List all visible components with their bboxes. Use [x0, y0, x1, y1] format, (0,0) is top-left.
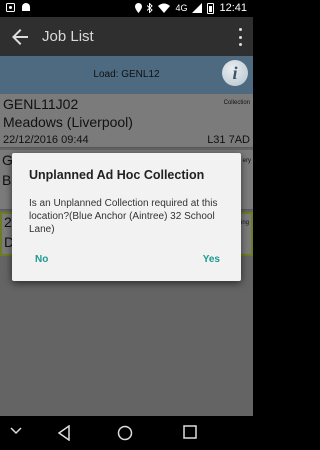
- nav-home-icon[interactable]: [117, 425, 133, 441]
- notification-icon: [6, 2, 15, 12]
- no-button[interactable]: No: [30, 252, 53, 267]
- chevron-down-icon[interactable]: [10, 426, 22, 436]
- job-postcode: L31 7AD: [207, 134, 250, 146]
- dialog-title: Unplanned Ad Hoc Collection: [29, 168, 205, 182]
- job-list-item[interactable]: GENL11J02 Collection Meadows (Liverpool)…: [0, 94, 253, 148]
- clock: 12:41: [219, 2, 247, 14]
- signal-icon: [192, 3, 203, 13]
- back-arrow-icon[interactable]: [8, 25, 32, 49]
- job-reference-partial: 2: [4, 214, 12, 230]
- status-bar-left: [6, 2, 31, 12]
- app-bar: Job List: [0, 17, 253, 56]
- load-header: Load: GENL12 i: [0, 56, 253, 94]
- job-reference: GENL11J02: [3, 96, 79, 112]
- job-site: Meadows (Liverpool): [3, 114, 133, 130]
- status-bar: 4G 12:41: [0, 0, 253, 17]
- ad-hoc-collection-dialog: Unplanned Ad Hoc Collection Is an Unplan…: [12, 153, 241, 281]
- wifi-icon: [158, 3, 171, 13]
- system-nav-bar: [0, 416, 253, 450]
- network-type: 4G: [175, 3, 188, 13]
- battery-icon: [207, 2, 215, 14]
- overflow-menu-icon[interactable]: [237, 28, 243, 46]
- job-type-partial: ery: [242, 158, 251, 164]
- android-icon: [22, 3, 30, 11]
- job-type-partial: ing: [240, 220, 249, 226]
- status-bar-right: 4G 12:41: [135, 2, 247, 14]
- dialog-message: Is an Unplanned Collection required at t…: [29, 198, 218, 235]
- nav-back-icon[interactable]: [57, 425, 71, 441]
- load-label: Load: GENL12: [93, 69, 160, 80]
- job-datetime: 22/12/2016 09:44: [3, 134, 89, 146]
- location-icon: [135, 3, 143, 13]
- nav-recents-icon[interactable]: [183, 425, 197, 439]
- job-type: Collection: [223, 100, 250, 106]
- page-title: Job List: [42, 28, 94, 45]
- bluetooth-icon: [147, 3, 154, 13]
- info-icon[interactable]: i: [222, 60, 248, 86]
- yes-button[interactable]: Yes: [198, 252, 225, 267]
- job-site-partial: B: [2, 172, 12, 188]
